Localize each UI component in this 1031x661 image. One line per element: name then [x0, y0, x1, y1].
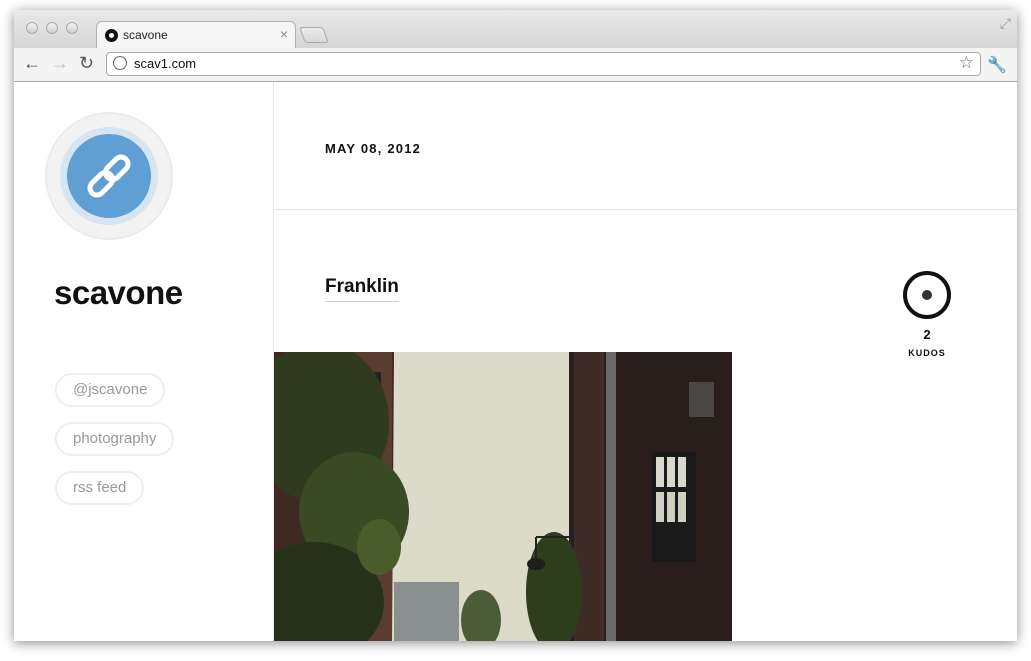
kudos-label: KUDOS: [908, 348, 946, 358]
chain-link-icon: [87, 154, 131, 198]
post-date: MAY 08, 2012: [325, 141, 422, 156]
fullscreen-icon[interactable]: ⤢: [1000, 15, 1011, 32]
date-header: MAY 08, 2012: [274, 82, 1017, 210]
avatar-inner-ring: [60, 127, 158, 225]
url-text[interactable]: scav1.com: [134, 56, 196, 71]
kudos-dot: [922, 290, 932, 300]
favicon-icon: [105, 29, 118, 42]
tab-strip: scavone × ⤢: [14, 10, 1017, 49]
tab-close-icon[interactable]: ×: [280, 26, 288, 42]
post-title[interactable]: Franklin: [325, 276, 399, 302]
browser-window: scavone × ⤢ ← → ↻ scav1.com ☆ 🔧 scavone …: [14, 10, 1017, 641]
blog-title[interactable]: scavone: [54, 274, 183, 312]
kudos-icon[interactable]: [903, 271, 951, 319]
browser-tab[interactable]: scavone ×: [96, 21, 296, 49]
zoom-window-button[interactable]: [66, 22, 78, 34]
tab-title: scavone: [123, 28, 168, 42]
kudos-count: 2: [923, 327, 931, 342]
avatar-circle: [67, 134, 151, 218]
close-window-button[interactable]: [26, 22, 38, 34]
alley-photo-image: [274, 352, 732, 641]
bookmark-star-icon[interactable]: ☆: [959, 53, 974, 73]
twitter-link[interactable]: @jscavone: [55, 373, 166, 407]
globe-icon: [113, 56, 127, 70]
wrench-icon[interactable]: 🔧: [987, 55, 1007, 75]
browser-toolbar: ← → ↻ scav1.com ☆ 🔧: [14, 48, 1017, 82]
post-area: MAY 08, 2012 Franklin 2 KUDOS: [274, 82, 1017, 641]
new-tab-button[interactable]: [299, 27, 329, 43]
photography-link[interactable]: photography: [55, 422, 175, 456]
back-arrow-icon[interactable]: ←: [23, 52, 41, 74]
rss-feed-link[interactable]: rss feed: [55, 471, 145, 505]
address-bar[interactable]: scav1.com ☆: [106, 52, 981, 76]
reload-icon[interactable]: ↻: [79, 52, 94, 74]
minimize-window-button[interactable]: [46, 22, 58, 34]
sidebar: scavone @jscavone photography rss feed: [14, 82, 274, 641]
post-photo: [274, 352, 732, 641]
web-page: scavone @jscavone photography rss feed M…: [14, 82, 1017, 641]
forward-arrow-icon[interactable]: →: [51, 52, 69, 74]
avatar[interactable]: [45, 112, 173, 240]
